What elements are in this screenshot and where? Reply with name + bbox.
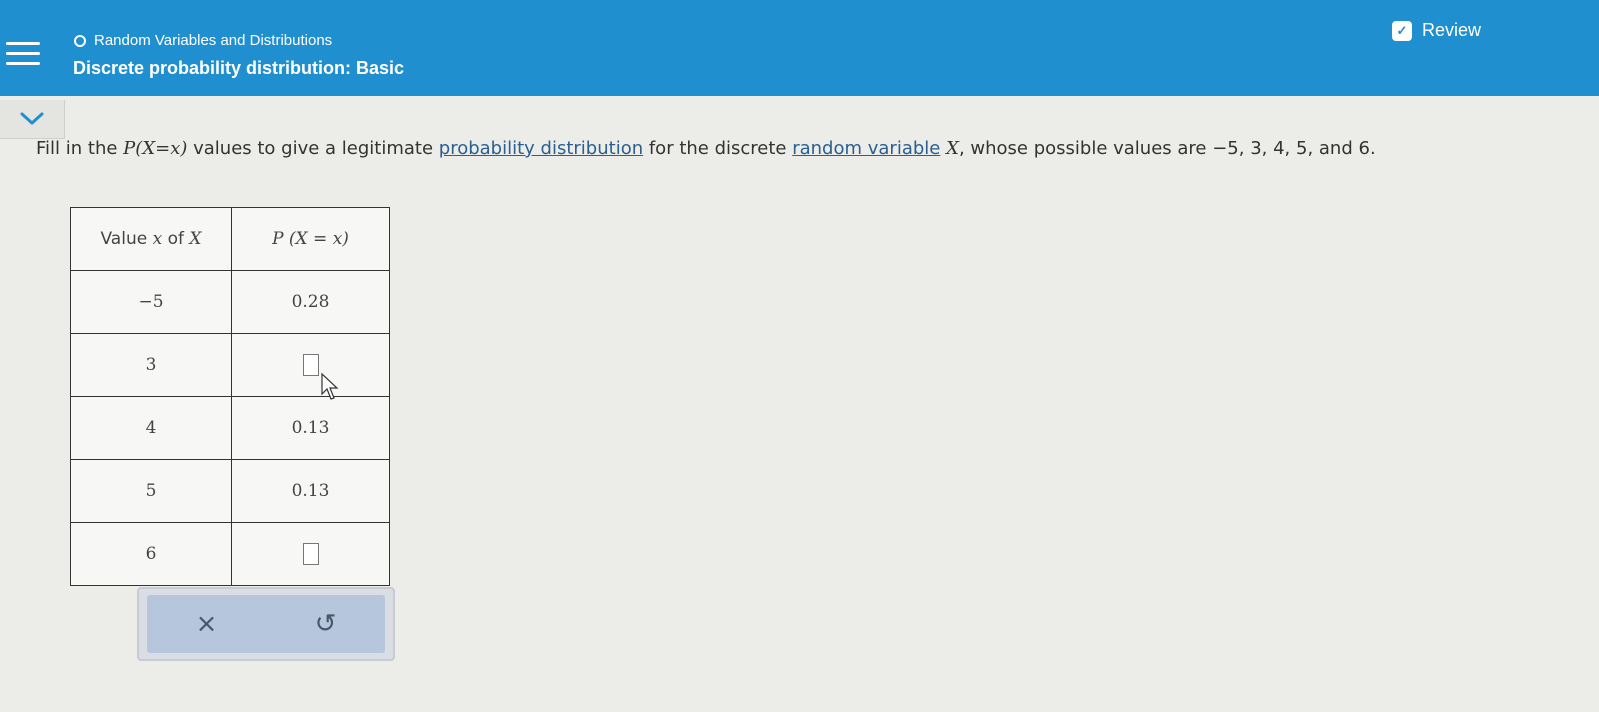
- random-variable-link[interactable]: random variable: [792, 138, 940, 159]
- clear-button[interactable]: ×: [177, 609, 237, 639]
- header-probability: P (X = x): [231, 207, 390, 271]
- question-part4: , whose possible values are: [958, 138, 1213, 159]
- probability-cell: [231, 333, 390, 397]
- table-row: 6: [70, 522, 390, 586]
- topic-status-circle-icon: [74, 34, 86, 47]
- question-values: −5, 3, 4, 5,: [1212, 138, 1314, 159]
- question-p-symbol: P: [123, 138, 136, 159]
- review-icon: ✓: [1392, 20, 1412, 41]
- value-cell: 4: [70, 396, 232, 460]
- probability-distribution-link[interactable]: probability distribution: [439, 138, 643, 159]
- mouse-pointer-icon: [321, 372, 339, 400]
- question-text: Fill in the P(X=x) values to give a legi…: [36, 138, 1576, 159]
- value-cell: −5: [70, 270, 232, 334]
- answer-input-x3[interactable]: [302, 354, 319, 376]
- value-cell: 3: [70, 333, 232, 397]
- undo-button[interactable]: ↺: [296, 609, 356, 639]
- question-period: .: [1369, 138, 1376, 159]
- chevron-down-icon: [20, 112, 44, 125]
- collapse-toggle[interactable]: [0, 100, 65, 139]
- question-part3: for the discrete: [643, 138, 793, 159]
- table-row: 4 0.13: [70, 396, 390, 460]
- header-value-label: Value: [100, 229, 153, 249]
- answer-input-x6[interactable]: [302, 543, 319, 565]
- question-p-argument: (X=x): [135, 138, 188, 159]
- question-variable: X: [946, 138, 959, 159]
- answer-toolbar: × ↺: [137, 587, 395, 661]
- probability-table: Value x of X P (X = x) −5 0.28 3 4 0.13 …: [70, 207, 390, 586]
- probability-cell: 0.13: [231, 459, 390, 523]
- question-part5: and: [1313, 138, 1359, 159]
- header-X-symbol: X: [189, 229, 202, 249]
- question-part1: Fill in the: [36, 138, 124, 159]
- table-row: −5 0.28: [70, 270, 390, 334]
- header-value-x: Value x of X: [70, 207, 232, 271]
- toolbar-inner: × ↺: [147, 595, 385, 653]
- table-row: 5 0.13: [70, 459, 390, 523]
- table-header-row: Value x of X P (X = x): [70, 207, 390, 271]
- value-cell: 5: [70, 459, 232, 523]
- value-cell: 6: [70, 522, 232, 586]
- top-header-bar: Random Variables and Distributions Discr…: [0, 0, 1599, 96]
- question-last-value: 6: [1358, 138, 1370, 159]
- topic-title: Random Variables and Distributions: [94, 32, 333, 49]
- lesson-title: Discrete probability distribution: Basic: [73, 58, 405, 78]
- topic-breadcrumb: Random Variables and Distributions: [74, 32, 332, 49]
- table-row: 3: [70, 333, 390, 397]
- question-part2: values to give a legitimate: [187, 138, 439, 159]
- probability-cell: [231, 522, 390, 586]
- probability-cell: 0.28: [231, 270, 390, 334]
- header-probability-label: P (X = x): [272, 229, 349, 249]
- hamburger-menu-icon[interactable]: [0, 28, 44, 78]
- header-of-label: of: [162, 229, 190, 249]
- header-x-symbol: x: [152, 229, 163, 249]
- review-button[interactable]: ✓ Review: [1392, 20, 1481, 41]
- review-label: Review: [1422, 20, 1482, 40]
- probability-cell: 0.13: [231, 396, 390, 460]
